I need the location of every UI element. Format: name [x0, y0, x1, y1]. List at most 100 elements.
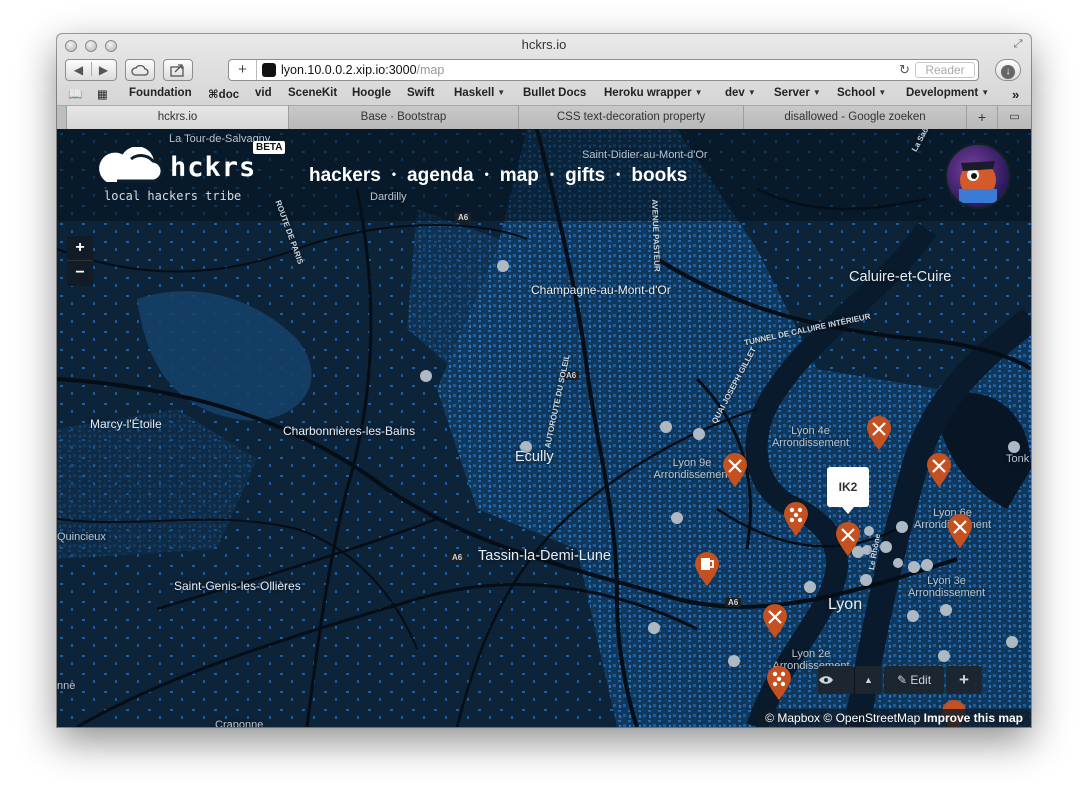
bookmark-menu[interactable]: Heroku wrapper ▼ — [604, 87, 702, 99]
zoom-out-button[interactable]: − — [67, 261, 93, 286]
beta-badge: BETA — [253, 141, 286, 154]
icloud-tabs-button[interactable] — [125, 59, 155, 81]
bookmark-item[interactable]: vid — [255, 87, 272, 99]
site-favicon-icon — [262, 63, 276, 77]
map-popup[interactable]: IK2 — [827, 467, 869, 514]
bookmark-item[interactable]: Swift — [407, 87, 434, 99]
tab-bar-edge — [57, 106, 67, 129]
bookmark-item[interactable]: Foundation — [129, 87, 192, 99]
map-label: Lyon 3e Arrondissement — [907, 575, 986, 599]
back-arrow-icon[interactable]: ◀ — [74, 63, 83, 77]
nav-agenda[interactable]: agenda — [407, 165, 474, 186]
tab-bar: hckrs.io Base · Bootstrap CSS text-decor… — [57, 105, 1031, 129]
chevron-down-icon: ▼ — [981, 88, 990, 97]
bookmark-menu[interactable]: School ▼ — [837, 87, 886, 99]
hacker-pin-group-icon[interactable] — [766, 665, 792, 701]
reload-icon[interactable]: ↻ — [899, 60, 910, 80]
pencil-icon: ✎ — [896, 673, 911, 687]
url-text[interactable]: lyon.10.0.0.2.xip.io:3000/map — [281, 60, 444, 80]
downloads-button[interactable]: ↓ — [995, 59, 1021, 81]
hacker-pin-tools-icon[interactable] — [762, 603, 788, 639]
window-title: hckrs.io — [521, 37, 567, 52]
caret-up-icon[interactable]: ▲ — [854, 666, 882, 694]
user-avatar[interactable] — [945, 143, 1011, 209]
bookmark-item[interactable]: SceneKit — [288, 87, 337, 99]
hacker-pin-tools-icon[interactable] — [926, 452, 952, 488]
nav-gifts[interactable]: gifts — [565, 165, 605, 186]
bookmark-item[interactable]: Hoogle — [352, 87, 391, 99]
map-label: Marcy-l'Étoile — [90, 417, 162, 431]
mapbox-link[interactable]: © Mapbox — [765, 711, 820, 725]
map-view[interactable]: La Tour-de-Salvagny Saint-Didier-au-Mont… — [57, 129, 1031, 727]
add-tab-button[interactable]: + — [967, 106, 998, 129]
hacker-pin-tools-icon[interactable] — [722, 452, 748, 488]
map-label: Charbonnières-les-Bains — [283, 424, 416, 438]
chevron-down-icon: ▼ — [878, 88, 887, 97]
zoom-in-button[interactable]: + — [67, 236, 93, 261]
share-button[interactable] — [163, 59, 193, 81]
hacker-pin-tools-icon[interactable] — [866, 415, 892, 451]
cloud-icon — [131, 64, 149, 76]
bookmark-menu[interactable]: Haskell ▼ — [454, 87, 505, 99]
chevron-down-icon: ▼ — [497, 88, 506, 97]
map-label: nne — [57, 680, 76, 692]
hacker-pin-tools-icon[interactable] — [947, 513, 973, 549]
zoom-control: + − — [67, 236, 93, 286]
add-marker-button[interactable]: + — [946, 666, 982, 694]
bookmark-item[interactable]: ⌘doc — [208, 87, 239, 101]
osm-link[interactable]: © OpenStreetMap — [823, 711, 920, 725]
map-label: Tonk — [1006, 453, 1030, 465]
share-icon — [170, 64, 184, 77]
road-label: A6 — [725, 598, 742, 607]
bookmarks-bar: 📖 ▦ Foundation ⌘doc vid SceneKit Hoogle … — [57, 84, 1031, 104]
nav-books[interactable]: books — [631, 165, 687, 186]
map-label: Tassin-la-Demi-Lune — [478, 548, 611, 564]
tagline: local hackers tribe — [104, 189, 242, 203]
venue-pin-beer-icon[interactable] — [694, 551, 720, 587]
hacker-pin-group-icon[interactable] — [783, 501, 809, 537]
map-label: Dardilly — [370, 191, 407, 203]
bookmark-menu[interactable]: dev ▼ — [725, 87, 756, 99]
reading-list-icon[interactable]: 📖 — [68, 87, 82, 101]
map-label: Lyon 9e Arrondissement — [653, 457, 731, 481]
visibility-button[interactable] — [818, 666, 854, 694]
forward-arrow-icon[interactable]: ▶ — [99, 63, 108, 77]
chevron-down-icon: ▼ — [694, 88, 703, 97]
main-nav: hackers • agenda • map • gifts • books — [309, 165, 688, 186]
tab-hckrs[interactable]: hckrs.io — [67, 106, 289, 129]
browser-window: hckrs.io ⤢ ◀ ▶ + lyon.10.0.0.2.xip.io:30… — [57, 34, 1031, 727]
tab-css-text-decoration[interactable]: CSS text-decoration property — [519, 106, 744, 129]
more-bookmarks-icon[interactable]: » — [1012, 87, 1019, 102]
new-tab-button[interactable]: + — [229, 60, 257, 80]
bookmark-menu[interactable]: Server ▼ — [774, 87, 821, 99]
improve-map-link[interactable]: Improve this map — [924, 711, 1023, 725]
logo-text[interactable]: hckrs — [170, 152, 256, 183]
reader-button[interactable]: Reader — [915, 62, 975, 78]
map-attribution: © Mapbox © OpenStreetMap Improve this ma… — [758, 709, 1031, 727]
nav-map[interactable]: map — [500, 165, 539, 186]
fullscreen-icon[interactable]: ⤢ — [1011, 38, 1025, 52]
top-sites-icon[interactable]: ▦ — [97, 87, 108, 101]
road-label: A6 — [449, 553, 466, 562]
bookmark-item[interactable]: Bullet Docs — [523, 87, 586, 99]
tab-bootstrap[interactable]: Base · Bootstrap — [289, 106, 519, 129]
eye-icon — [819, 676, 833, 684]
map-label: Lyon 4e Arrondissement — [771, 425, 850, 449]
address-bar[interactable]: + lyon.10.0.0.2.xip.io:3000/map ↻ Reader — [228, 59, 979, 81]
road-label: A6 — [455, 213, 472, 222]
chevron-down-icon: ▼ — [747, 88, 756, 97]
map-label: Ecully — [515, 449, 554, 465]
map-label: Quincieux — [57, 531, 106, 543]
map-label: Caluire-et-Cuire — [849, 269, 952, 285]
bookmark-menu[interactable]: Development ▼ — [906, 87, 989, 99]
browser-chrome: hckrs.io ⤢ ◀ ▶ + lyon.10.0.0.2.xip.io:30… — [57, 34, 1031, 129]
tab-google[interactable]: disallowed - Google zoeken — [744, 106, 967, 129]
map-label: Saint-Genis-les-Ollières — [174, 579, 301, 593]
back-forward-buttons[interactable]: ◀ ▶ — [65, 59, 117, 81]
tab-overview-icon[interactable]: ▭ — [998, 106, 1031, 129]
edit-button[interactable]: ✎ Edit — [884, 666, 944, 694]
map-label: Craponne — [215, 719, 264, 727]
nav-hackers[interactable]: hackers — [309, 165, 381, 186]
hacker-pin-tools-icon[interactable] — [835, 521, 861, 557]
map-label: Lyon — [828, 596, 863, 613]
